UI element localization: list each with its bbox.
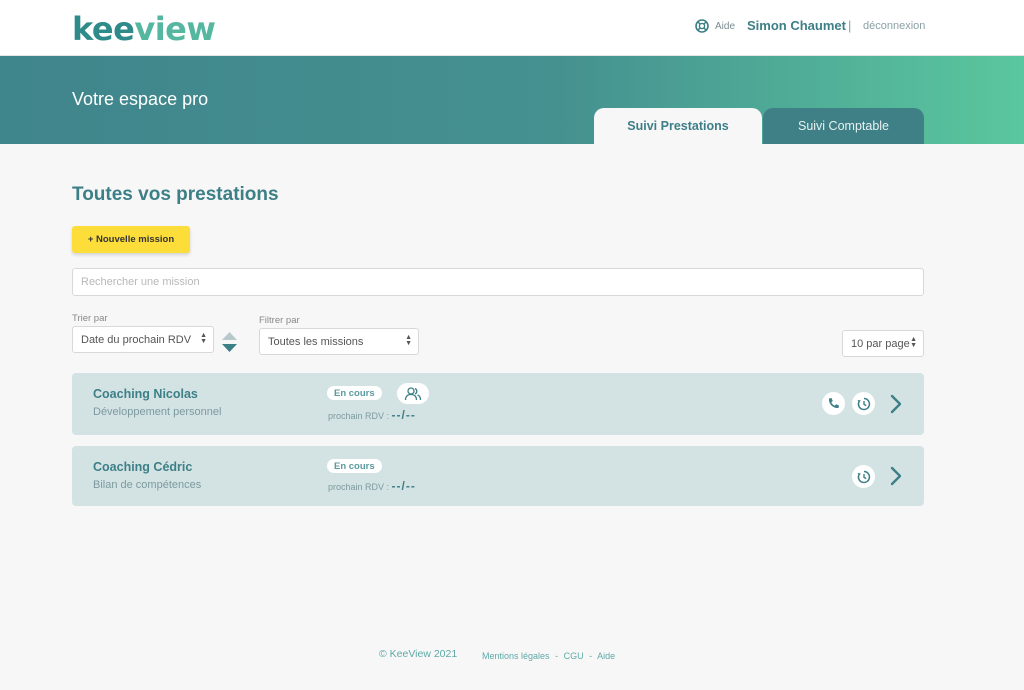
select-caret-icon: ▲ ▼ — [200, 332, 207, 345]
mission-name: Coaching Nicolas — [93, 387, 198, 401]
mission-card[interactable]: Coaching Nicolas Développement personnel… — [72, 373, 924, 435]
next-rdv-value: --/-- — [391, 408, 416, 422]
next-rdv: prochain RDV : --/-- — [328, 408, 416, 422]
tab-suivi-prestations[interactable]: Suivi Prestations — [594, 108, 762, 144]
sort-toggle-icon[interactable] — [221, 331, 238, 353]
logo-part-1: kee — [72, 10, 135, 48]
header-separator: | — [848, 18, 852, 33]
per-page-select[interactable]: 10 par page ▲ ▼ — [842, 330, 924, 357]
footer-separator: - — [589, 651, 593, 661]
status-badge: En cours — [327, 386, 382, 400]
mission-subtitle: Bilan de compétences — [93, 479, 202, 491]
page-title: Toutes vos prestations — [72, 184, 279, 205]
footer-link-mentions[interactable]: Mentions légales — [482, 651, 550, 661]
hero-band: Votre espace pro Suivi Prestations Suivi… — [0, 56, 1024, 144]
top-bar: keeview Aide Simon Chaumet | déconnexion — [0, 0, 1024, 56]
footer-copyright: © KeeView 2021 — [379, 648, 458, 660]
logout-link[interactable]: déconnexion — [863, 20, 925, 32]
chevron-right-icon[interactable] — [889, 394, 903, 414]
sort-select-value: Date du prochain RDV — [81, 333, 192, 346]
lifebuoy-icon — [695, 19, 709, 33]
help-link[interactable]: Aide — [695, 19, 735, 33]
sort-label: Trier par — [72, 313, 108, 324]
new-mission-button[interactable]: + Nouvelle mission — [72, 226, 190, 253]
select-caret-icon: ▲ ▼ — [405, 334, 412, 347]
chevron-right-icon[interactable] — [889, 466, 903, 486]
footer-link-aide[interactable]: Aide — [597, 651, 615, 661]
history-clock-icon — [857, 470, 870, 483]
per-page-value: 10 par page — [851, 337, 910, 350]
group-session-badge — [397, 383, 429, 404]
filter-select[interactable]: Toutes les missions ▲ ▼ — [259, 328, 419, 355]
keeview-logo[interactable]: keeview — [72, 10, 216, 48]
user-name: Simon Chaumet — [747, 18, 846, 33]
tab-suivi-comptable[interactable]: Suivi Comptable — [763, 108, 924, 144]
search-input[interactable] — [72, 268, 924, 296]
next-rdv-value: --/-- — [391, 479, 416, 493]
footer-links: Mentions légales - CGU - Aide — [482, 651, 618, 661]
filter-select-value: Toutes les missions — [268, 335, 364, 348]
mission-name: Coaching Cédric — [93, 460, 193, 474]
next-rdv-label: prochain RDV : — [328, 482, 390, 492]
filter-label: Filtrer par — [259, 315, 300, 326]
history-button[interactable] — [852, 465, 875, 488]
hero-title: Votre espace pro — [72, 89, 209, 109]
status-badge: En cours — [327, 459, 382, 473]
mission-card[interactable]: Coaching Cédric Bilan de compétences En … — [72, 446, 924, 506]
footer-link-cgu[interactable]: CGU — [564, 651, 584, 661]
logo-part-2: view — [134, 10, 216, 48]
phone-icon — [828, 398, 839, 409]
next-rdv-label: prochain RDV : — [328, 411, 390, 421]
users-icon — [404, 386, 422, 400]
history-button[interactable] — [852, 392, 875, 415]
call-button[interactable] — [822, 392, 845, 415]
mission-subtitle: Développement personnel — [93, 406, 222, 418]
footer-separator: - — [555, 651, 559, 661]
history-clock-icon — [857, 397, 870, 410]
next-rdv: prochain RDV : --/-- — [328, 479, 416, 493]
help-label: Aide — [715, 20, 736, 32]
sort-select[interactable]: Date du prochain RDV ▲ ▼ — [72, 326, 214, 353]
select-caret-icon: ▲ ▼ — [910, 336, 917, 349]
